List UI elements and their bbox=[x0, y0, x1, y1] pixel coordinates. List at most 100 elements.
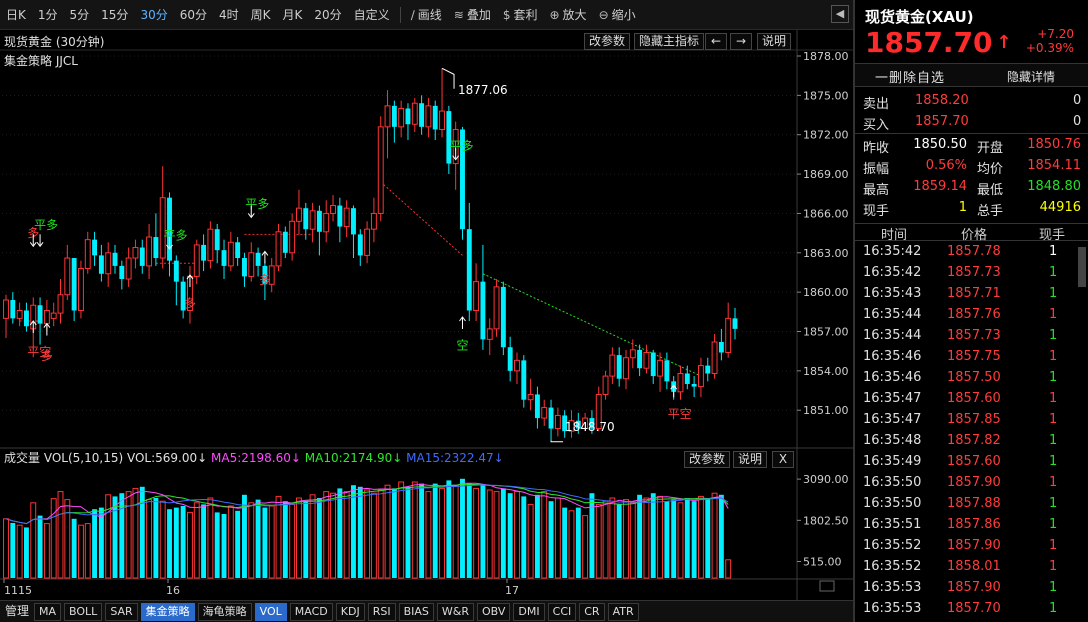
zoom-in-button[interactable]: ⊕ 放大 bbox=[543, 0, 592, 30]
candle-body[interactable] bbox=[507, 347, 513, 371]
tick-row[interactable]: 16:35:42 1857.73 1 bbox=[855, 263, 1080, 284]
volume-bar[interactable] bbox=[486, 489, 493, 579]
candle-body[interactable] bbox=[330, 205, 336, 214]
candle-body[interactable] bbox=[629, 349, 636, 359]
volume-bar[interactable] bbox=[595, 503, 602, 579]
candle-body[interactable] bbox=[697, 365, 704, 388]
candle-body[interactable] bbox=[357, 234, 363, 256]
ticks-scrollbar[interactable] bbox=[1078, 247, 1086, 287]
volume-bar[interactable] bbox=[419, 483, 425, 578]
candle-body[interactable] bbox=[337, 205, 343, 227]
volume-bar[interactable] bbox=[697, 495, 704, 579]
kline-chart[interactable]: 1878.00 1875.00 1872.00 1869.00 1866.00 1863.… bbox=[0, 30, 853, 600]
candle-body[interactable] bbox=[221, 250, 227, 266]
volume-bar[interactable] bbox=[159, 500, 166, 579]
volume-bar[interactable] bbox=[303, 501, 309, 578]
tab-indicator-3[interactable]: 集金策略 bbox=[140, 602, 195, 621]
candle-body[interactable] bbox=[405, 108, 411, 125]
candle-body[interactable] bbox=[289, 220, 296, 254]
candle-body[interactable] bbox=[370, 212, 377, 230]
volume-bar[interactable] bbox=[480, 485, 486, 578]
tick-row[interactable]: 16:35:50 1857.88 1 bbox=[855, 494, 1080, 515]
candle-body[interactable] bbox=[235, 242, 241, 259]
candle-body[interactable] bbox=[214, 229, 220, 251]
candle-body[interactable] bbox=[98, 255, 104, 274]
volume-bar[interactable] bbox=[446, 480, 452, 578]
tick-row[interactable]: 16:35:47 1857.85 1 bbox=[855, 410, 1080, 431]
candle-body[interactable] bbox=[316, 210, 322, 232]
volume-bar[interactable] bbox=[398, 481, 405, 579]
volume-bar[interactable] bbox=[132, 487, 139, 579]
volume-bar[interactable] bbox=[125, 491, 132, 579]
candle-body[interactable] bbox=[23, 310, 29, 327]
tick-row[interactable]: 16:35:44 1857.76 1 bbox=[855, 305, 1080, 326]
volume-bar[interactable] bbox=[289, 503, 296, 579]
candle-body[interactable] bbox=[309, 210, 316, 230]
period-8[interactable]: 月K bbox=[277, 0, 309, 30]
volume-bar[interactable] bbox=[589, 493, 595, 578]
candle-body[interactable] bbox=[3, 299, 9, 319]
candle-body[interactable] bbox=[364, 228, 371, 256]
volume-bar[interactable] bbox=[357, 486, 363, 578]
volume-bar[interactable] bbox=[671, 499, 677, 578]
tab-indicator-12[interactable]: DMI bbox=[513, 602, 545, 621]
candle-body[interactable] bbox=[296, 207, 302, 222]
volume-bar[interactable] bbox=[330, 492, 336, 579]
volume-bar[interactable] bbox=[337, 488, 343, 578]
manage-button[interactable]: 管理 bbox=[3, 603, 31, 621]
candle-body[interactable] bbox=[602, 375, 609, 395]
arbitrage-button[interactable]: $ 套利 bbox=[497, 0, 544, 30]
candle-body[interactable] bbox=[473, 281, 480, 312]
candle-body[interactable] bbox=[548, 407, 554, 429]
volume-bar[interactable] bbox=[268, 505, 275, 579]
volume-bar[interactable] bbox=[548, 501, 554, 578]
period-7[interactable]: 周K bbox=[245, 0, 277, 30]
volume-bar[interactable] bbox=[227, 505, 234, 579]
candle-body[interactable] bbox=[534, 394, 540, 419]
volume-bar[interactable] bbox=[167, 509, 172, 578]
edit-params-button[interactable]: 改参数 bbox=[584, 33, 631, 50]
volume-bar[interactable] bbox=[629, 502, 636, 579]
candle-body[interactable] bbox=[71, 258, 77, 311]
candle-body[interactable] bbox=[343, 207, 350, 228]
volume-bar[interactable] bbox=[3, 518, 9, 579]
tick-row[interactable]: 16:35:50 1857.90 1 bbox=[855, 473, 1080, 494]
volume-bar[interactable] bbox=[466, 483, 472, 578]
tab-indicator-6[interactable]: MACD bbox=[289, 602, 333, 621]
volume-bar[interactable] bbox=[384, 484, 391, 579]
volume-bar[interactable] bbox=[43, 523, 50, 579]
tick-row[interactable]: 16:35:51 1857.86 1 bbox=[855, 515, 1080, 536]
tab-indicator-14[interactable]: CR bbox=[579, 602, 605, 621]
candle-body[interactable] bbox=[227, 241, 234, 267]
volume-bar[interactable] bbox=[718, 494, 724, 578]
volume-bar[interactable] bbox=[30, 502, 37, 579]
tick-row[interactable]: 16:35:53 1857.70 1 bbox=[855, 599, 1080, 620]
candle-body[interactable] bbox=[125, 257, 132, 280]
candle-body[interactable] bbox=[466, 229, 472, 311]
tick-row[interactable]: 16:35:46 1857.50 1 bbox=[855, 368, 1080, 389]
volume-bar[interactable] bbox=[534, 494, 540, 578]
candle-body[interactable] bbox=[207, 228, 214, 262]
candle-body[interactable] bbox=[554, 414, 561, 430]
volume-bar[interactable] bbox=[214, 512, 220, 578]
candle-body[interactable] bbox=[57, 294, 64, 314]
candle-body[interactable] bbox=[500, 286, 506, 348]
candle-body[interactable] bbox=[657, 359, 664, 377]
volume-bar[interactable] bbox=[473, 487, 480, 579]
candle-body[interactable] bbox=[691, 383, 697, 387]
volume-bar[interactable] bbox=[92, 509, 98, 578]
candle-body[interactable] bbox=[64, 257, 71, 296]
period-4[interactable]: 30分 bbox=[134, 0, 173, 30]
overlay-button[interactable]: ≋ 叠加 bbox=[448, 0, 497, 30]
volume-bar[interactable] bbox=[180, 506, 186, 578]
candle-body[interactable] bbox=[439, 110, 445, 130]
volume-bar[interactable] bbox=[554, 497, 561, 579]
collapse-panel-icon[interactable]: ◀ bbox=[831, 5, 849, 23]
volume-bar[interactable] bbox=[411, 481, 418, 579]
tab-indicator-2[interactable]: SAR bbox=[105, 602, 138, 621]
tab-indicator-15[interactable]: ATR bbox=[607, 602, 639, 621]
candle-body[interactable] bbox=[664, 360, 670, 382]
candle-body[interactable] bbox=[84, 239, 91, 270]
candle-body[interactable] bbox=[242, 258, 247, 277]
period-6[interactable]: 4时 bbox=[213, 0, 245, 30]
